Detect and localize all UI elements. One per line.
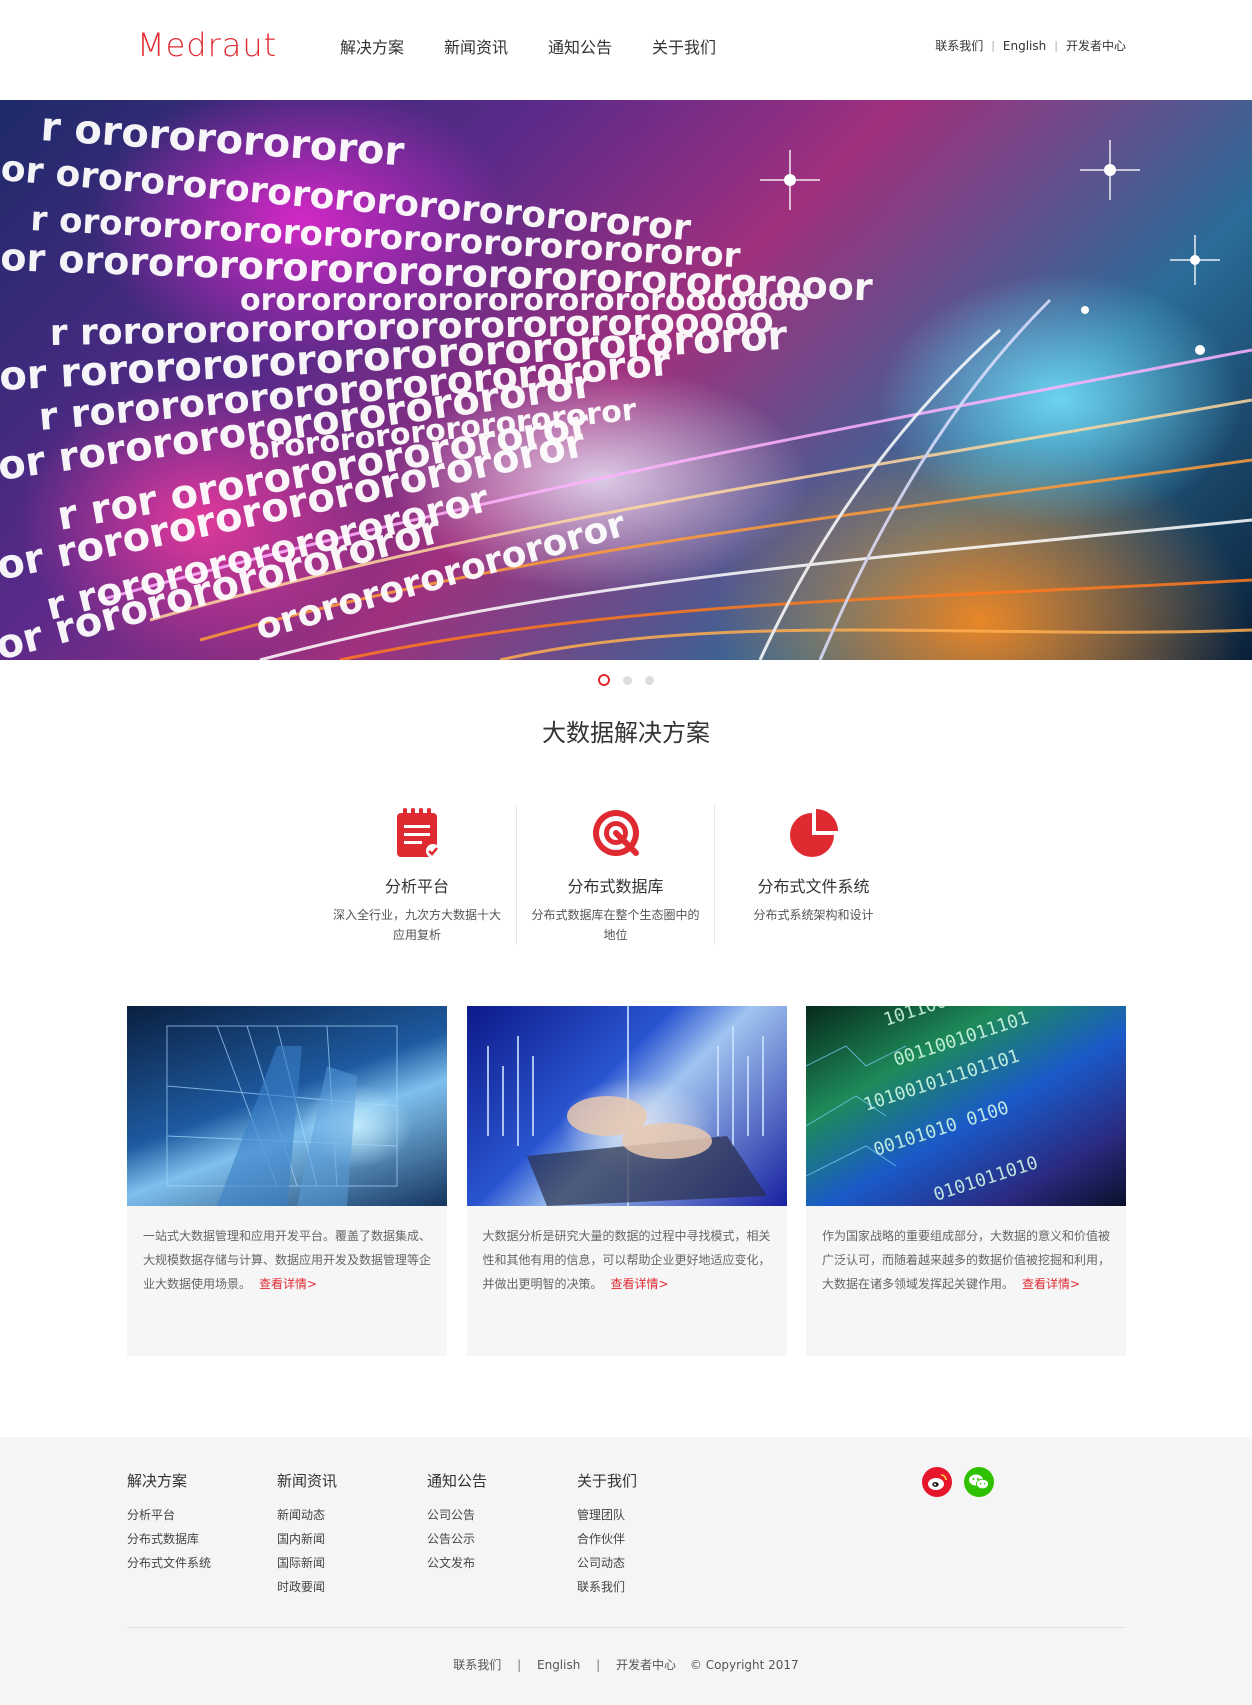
feature-name: 分布式文件系统 [757, 877, 870, 896]
feature-desc: 分布式系统架构和设计 [753, 908, 874, 922]
nav-item-solutions[interactable]: 解决方案 [340, 34, 444, 58]
card-text: 一站式大数据管理和应用开发平台。覆盖了数据集成、大规模数据存储与计算、数据应用开… [127, 1206, 447, 1296]
clipboard-icon [389, 805, 445, 861]
footer-link[interactable]: 分布式文件系统 [127, 1551, 277, 1575]
pie-chart-icon [786, 805, 842, 861]
footer-column-notices: 通知公告 公司公告 公告公示 公文发布 [427, 1470, 577, 1599]
footer-column-title[interactable]: 新闻资讯 [277, 1470, 427, 1491]
footer-column-solutions: 解决方案 分析平台 分布式数据库 分布式文件系统 [127, 1470, 277, 1599]
footer-column-title[interactable]: 解决方案 [127, 1470, 277, 1491]
section-title: 大数据解决方案 [542, 719, 710, 747]
footer-column-news: 新闻资讯 新闻动态 国内新闻 国际新闻 时政要闻 [277, 1470, 427, 1599]
footer-link[interactable]: 合作伙伴 [577, 1527, 727, 1551]
card-more-link[interactable]: 查看详情> [611, 1277, 669, 1291]
copyright: © Copyright 2017 [689, 1658, 799, 1672]
footer-column-about: 关于我们 管理团队 合作伙伴 公司动态 联系我们 [577, 1470, 727, 1599]
nav-item-about[interactable]: 关于我们 [652, 34, 756, 58]
footer-link[interactable]: 联系我们 [577, 1575, 727, 1599]
footer-columns: 解决方案 分析平台 分布式数据库 分布式文件系统 新闻资讯 新闻动态 国内新闻 … [127, 1470, 727, 1599]
footer-link[interactable]: 公司动态 [577, 1551, 727, 1575]
site-header: Medraut 解决方案 新闻资讯 通知公告 关于我们 联系我们 | Engli… [0, 0, 1252, 100]
card-more-link[interactable]: 查看详情> [259, 1277, 317, 1291]
card-more-link[interactable]: 查看详情> [1022, 1277, 1080, 1291]
footer-column-title[interactable]: 关于我们 [577, 1470, 727, 1491]
feature-desc: 深入全行业，九次方大数据十大应用复析 [332, 908, 501, 942]
feature-list: 分析平台 深入全行业，九次方大数据十大应用复析 分布式数据库 分布式数据库在整个… [318, 805, 932, 945]
footer-divider [127, 1627, 1126, 1628]
footer-link[interactable]: 国内新闻 [277, 1527, 427, 1551]
feature-distributed-filesystem[interactable]: 分布式文件系统 分布式系统架构和设计 [714, 805, 912, 945]
footer-link[interactable]: 公司公告 [427, 1503, 577, 1527]
card-strategy: 1011000111 0011001011101 101001011101101… [806, 1006, 1126, 1356]
site-footer: 解决方案 分析平台 分布式数据库 分布式文件系统 新闻资讯 新闻动态 国内新闻 … [0, 1437, 1252, 1705]
footer-bottom-bar: 联系我们 | English | 开发者中心 © Copyright 2017 [0, 1656, 1252, 1673]
footer-link[interactable]: 时政要闻 [277, 1575, 427, 1599]
footer-bottom-link-developer[interactable]: 开发者中心 [616, 1658, 676, 1672]
banner-artwork: r ororororororor or orororororororororor… [0, 104, 1252, 660]
feature-name: 分布式数据库 [567, 877, 664, 896]
hero-banner[interactable]: r ororororororor or orororororororororor… [0, 100, 1252, 660]
card-image-laptop[interactable] [466, 1006, 787, 1206]
logo[interactable]: Medraut [137, 26, 277, 64]
top-link-contact[interactable]: 联系我们 [935, 37, 983, 54]
nav-item-news[interactable]: 新闻资讯 [444, 34, 548, 58]
footer-link[interactable]: 国际新闻 [277, 1551, 427, 1575]
footer-bottom-link-contact[interactable]: 联系我们 [453, 1658, 501, 1672]
target-icon [588, 805, 644, 861]
footer-link[interactable]: 管理团队 [577, 1503, 727, 1527]
carousel-dot-3[interactable] [645, 676, 655, 685]
card-text: 作为国家战略的重要组成部分，大数据的意义和价值被广泛认可，而随着越来越多的数据价… [806, 1206, 1126, 1296]
card-image-buildings[interactable] [127, 1006, 447, 1206]
carousel-indicators [0, 670, 1252, 689]
nav-item-notices[interactable]: 通知公告 [548, 34, 652, 58]
footer-column-title[interactable]: 通知公告 [427, 1470, 577, 1491]
top-link-english[interactable]: English [1003, 39, 1046, 53]
feature-distributed-database[interactable]: 分布式数据库 分布式数据库在整个生态圈中的地位 [516, 805, 714, 945]
separator: | [991, 39, 995, 52]
top-link-developer[interactable]: 开发者中心 [1066, 37, 1126, 54]
footer-link[interactable]: 分布式数据库 [127, 1527, 277, 1551]
card-analysis: 大数据分析是研究大量的数据的过程中寻找模式，相关性和其他有用的信息，可以帮助企业… [466, 1006, 787, 1356]
footer-bottom-link-english[interactable]: English [537, 1658, 580, 1672]
footer-link[interactable]: 公告公示 [427, 1527, 577, 1551]
separator: | [517, 1658, 522, 1672]
main-nav: 解决方案 新闻资讯 通知公告 关于我们 [340, 34, 756, 58]
footer-link[interactable]: 公文发布 [427, 1551, 577, 1575]
svg-text:0101011010: 0101011010 [931, 1152, 1041, 1205]
social-links [922, 1467, 994, 1497]
separator: | [596, 1658, 601, 1672]
feature-name: 分析平台 [384, 877, 449, 896]
footer-link[interactable]: 新闻动态 [277, 1503, 427, 1527]
card-text: 大数据分析是研究大量的数据的过程中寻找模式，相关性和其他有用的信息，可以帮助企业… [467, 1206, 787, 1296]
feature-desc: 分布式数据库在整个生态圈中的地位 [531, 908, 700, 942]
card-list: 一站式大数据管理和应用开发平台。覆盖了数据集成、大规模数据存储与计算、数据应用开… [127, 1006, 1126, 1356]
separator: | [1054, 39, 1058, 52]
footer-link[interactable]: 分析平台 [127, 1503, 277, 1527]
card-image-binary-circuit[interactable]: 1011000111 0011001011101 101001011101101… [806, 1006, 1126, 1206]
feature-analytics-platform[interactable]: 分析平台 深入全行业，九次方大数据十大应用复析 [318, 805, 516, 945]
weibo-icon[interactable] [922, 1467, 952, 1497]
carousel-dot-2[interactable] [623, 676, 632, 685]
carousel-dot-1[interactable] [597, 673, 610, 686]
wechat-icon[interactable] [964, 1467, 994, 1497]
top-links: 联系我们 | English | 开发者中心 [935, 37, 1126, 54]
card-platform: 一站式大数据管理和应用开发平台。覆盖了数据集成、大规模数据存储与计算、数据应用开… [127, 1006, 447, 1356]
